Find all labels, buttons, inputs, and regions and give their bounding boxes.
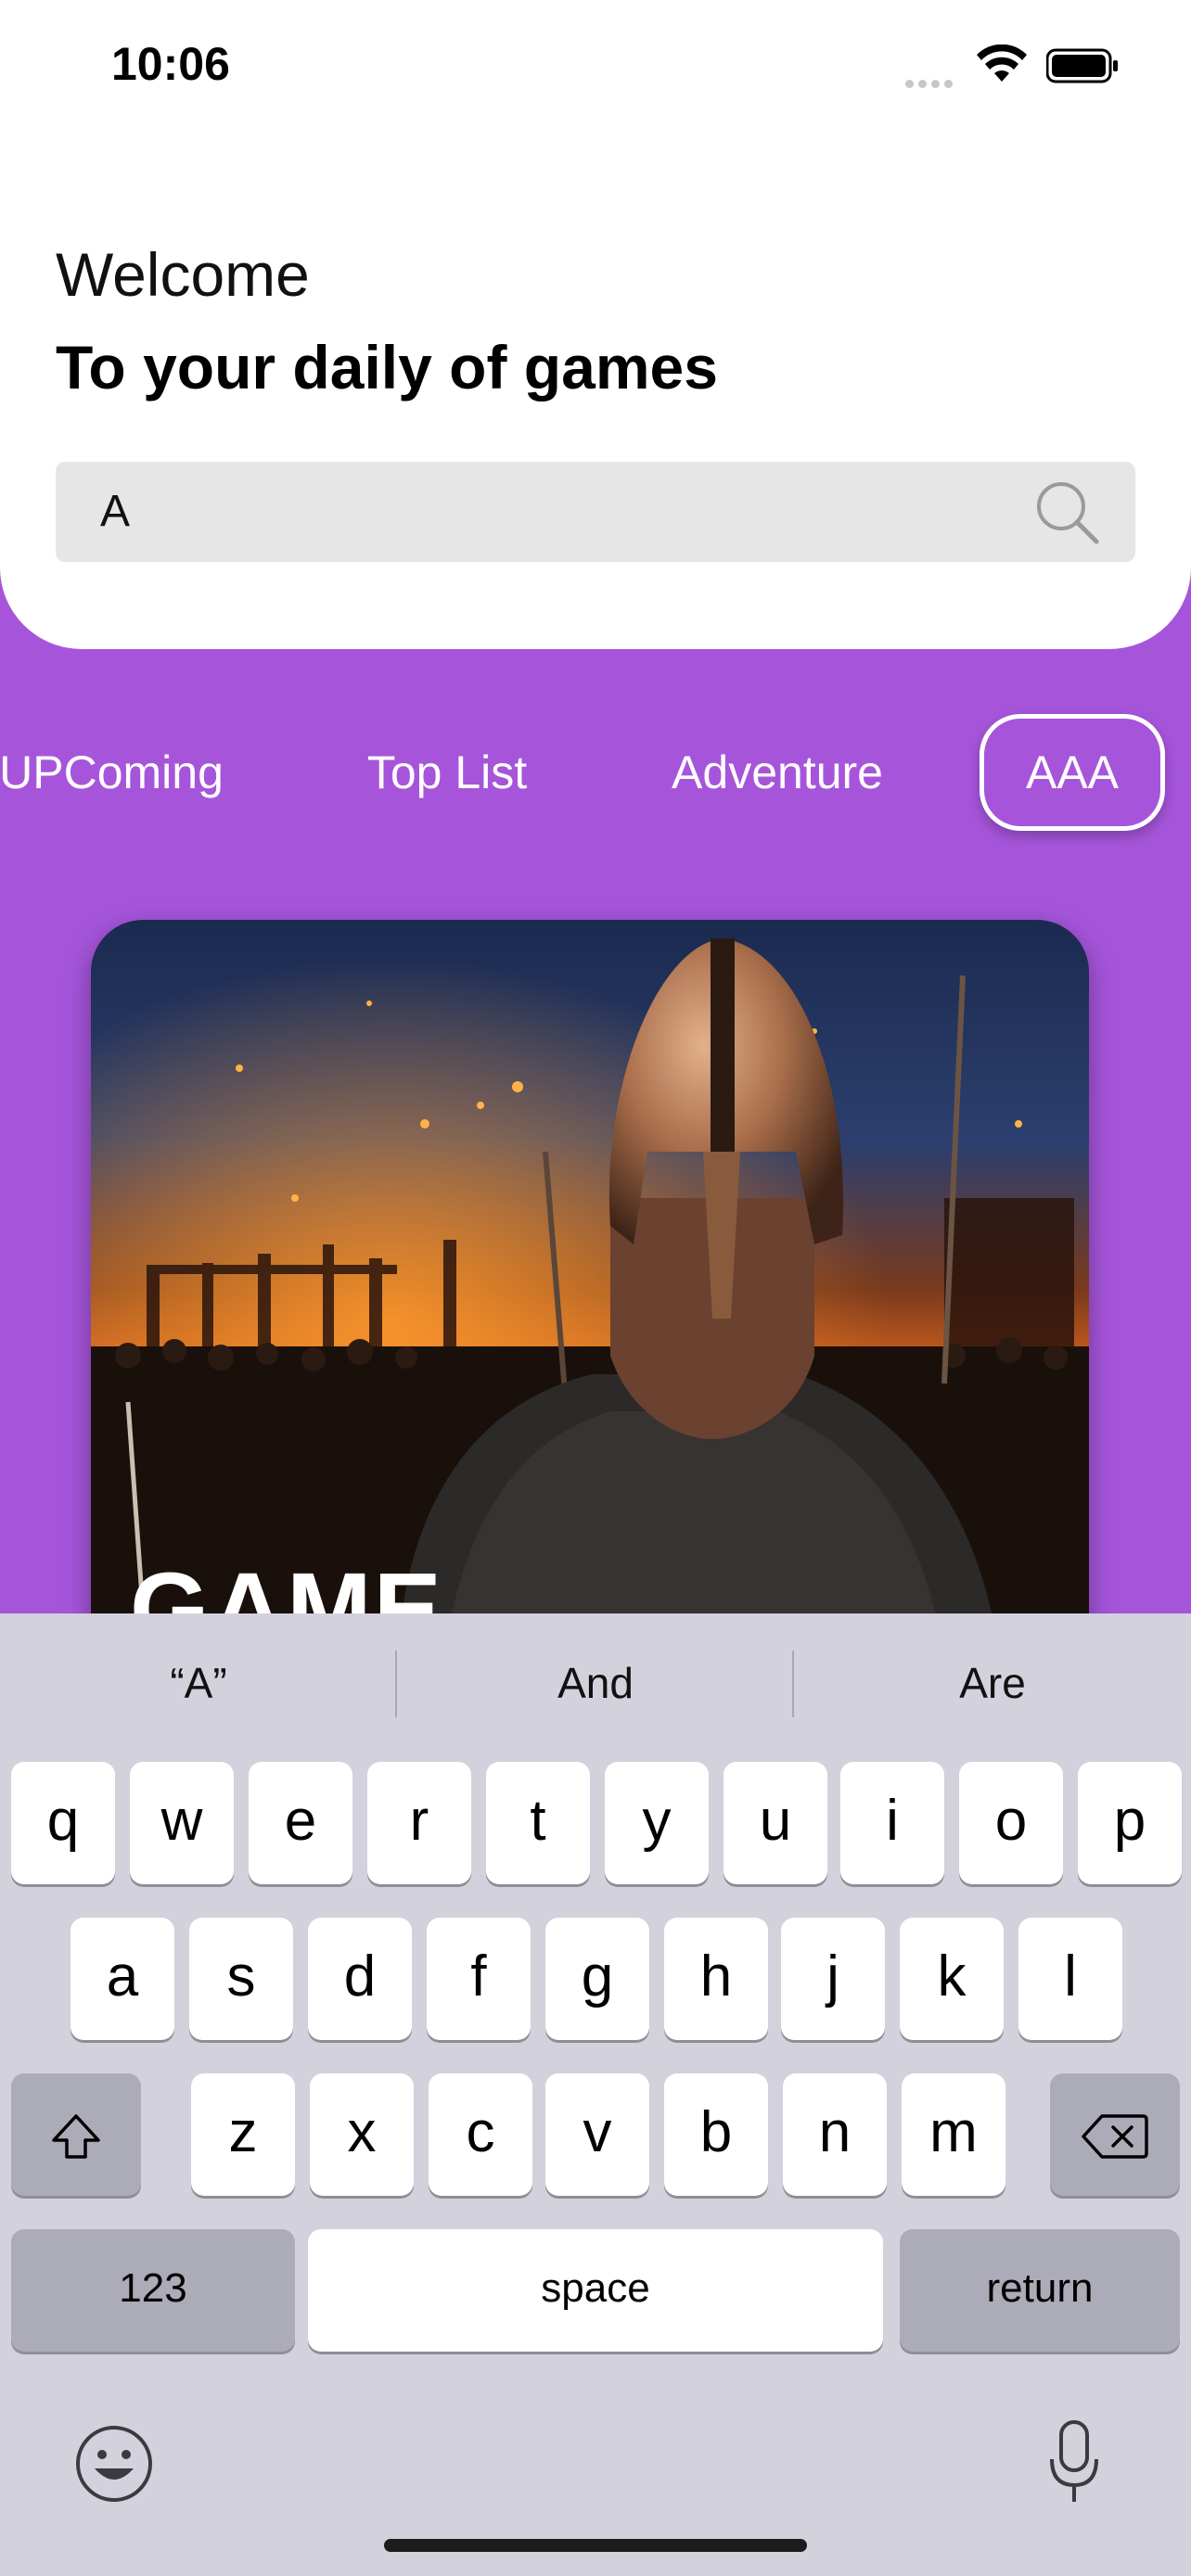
home-indicator [384, 2539, 807, 2552]
key-u[interactable]: u [724, 1762, 827, 1884]
key-e[interactable]: e [249, 1762, 352, 1884]
battery-icon [1046, 48, 1118, 83]
key-d[interactable]: d [308, 1918, 412, 2040]
key-b[interactable]: b [664, 2073, 768, 2196]
return-key[interactable]: return [900, 2229, 1180, 2352]
key-n[interactable]: n [783, 2073, 887, 2196]
search-bar[interactable]: A [56, 462, 1135, 562]
search-icon[interactable] [1033, 478, 1102, 547]
suggestion-2[interactable]: And [397, 1613, 794, 1753]
suggestion-bar: “A” And Are [0, 1613, 1191, 1753]
tab-upcoming[interactable]: UPComing [0, 714, 228, 831]
key-o[interactable]: o [959, 1762, 1063, 1884]
key-q[interactable]: q [11, 1762, 115, 1884]
key-j[interactable]: j [781, 1918, 885, 2040]
game-card[interactable]: GAME [91, 920, 1089, 1662]
key-y[interactable]: y [605, 1762, 709, 1884]
delete-key[interactable] [1050, 2073, 1180, 2196]
key-t[interactable]: t [486, 1762, 590, 1884]
key-r[interactable]: r [367, 1762, 471, 1884]
numbers-key[interactable]: 123 [11, 2229, 295, 2352]
tab-top-list[interactable]: Top List [354, 714, 540, 831]
key-a[interactable]: a [70, 1918, 174, 2040]
key-m[interactable]: m [902, 2073, 1005, 2196]
wifi-icon [977, 45, 1027, 82]
welcome-heading: Welcome [56, 240, 310, 309]
tab-aaa[interactable]: AAA [980, 714, 1165, 831]
key-h[interactable]: h [664, 1918, 768, 2040]
key-i[interactable]: i [840, 1762, 944, 1884]
emoji-icon[interactable] [74, 2424, 154, 2504]
key-c[interactable]: c [429, 2073, 532, 2196]
key-l[interactable]: l [1018, 1918, 1122, 2040]
suggestion-3[interactable]: Are [794, 1613, 1191, 1753]
category-tabs: UPComing Top List Adventure AAA [0, 714, 1191, 835]
key-x[interactable]: x [310, 2073, 414, 2196]
key-p[interactable]: p [1078, 1762, 1182, 1884]
header-card: 10:06 Welcome To your daily of games A [0, 0, 1191, 649]
search-input[interactable]: A [100, 486, 130, 537]
key-g[interactable]: g [545, 1918, 649, 2040]
key-k[interactable]: k [900, 1918, 1004, 2040]
key-w[interactable]: w [130, 1762, 234, 1884]
shift-key[interactable] [11, 2073, 141, 2196]
backspace-icon [1082, 2113, 1148, 2159]
key-s[interactable]: s [189, 1918, 293, 2040]
cellular-signal-icon [905, 74, 961, 88]
key-v[interactable]: v [545, 2073, 649, 2196]
key-f[interactable]: f [427, 1918, 531, 2040]
status-time: 10:06 [111, 38, 230, 90]
keyboard: “A” And Are q w e r t y u i o p a s d f … [0, 1613, 1191, 2576]
shift-icon [52, 2113, 100, 2159]
subtitle-heading: To your daily of games [56, 333, 718, 402]
key-z[interactable]: z [191, 2073, 295, 2196]
space-key[interactable]: space [308, 2229, 883, 2352]
microphone-icon[interactable] [1046, 2418, 1102, 2507]
tab-adventure[interactable]: Adventure [662, 714, 892, 831]
suggestion-1[interactable]: “A” [0, 1613, 397, 1753]
